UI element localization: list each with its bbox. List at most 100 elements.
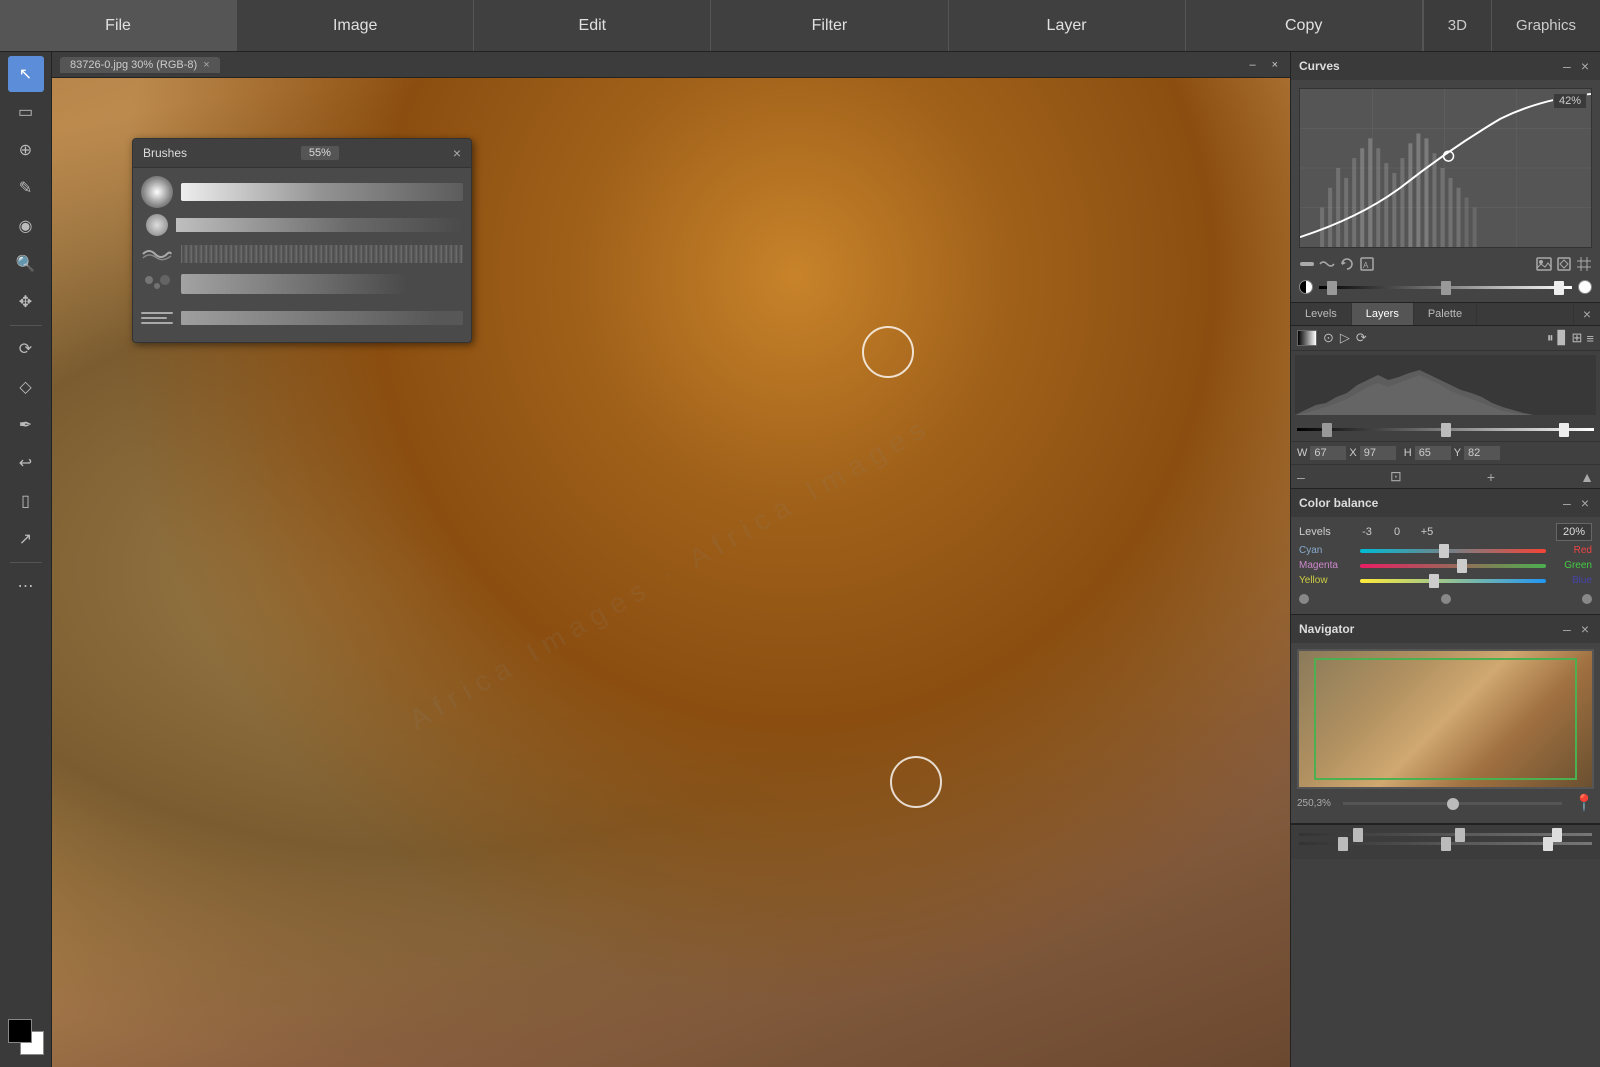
tool-gradient[interactable]: ↗	[8, 521, 44, 557]
menu-image[interactable]: Image	[237, 0, 474, 51]
canvas-viewport[interactable]: Africa Images · Africa Images Brushes 55…	[52, 78, 1290, 1067]
tool-move[interactable]: ✥	[8, 284, 44, 320]
menu-copy[interactable]: Copy	[1186, 0, 1423, 51]
layers-close-btn[interactable]: ×	[1580, 306, 1594, 322]
curves-input-icon[interactable]	[1299, 256, 1315, 272]
layer-bar-btn[interactable]: ▊	[1558, 330, 1568, 346]
curves-adjust-icon[interactable]	[1556, 256, 1572, 272]
x-value[interactable]	[1360, 446, 1396, 460]
curves-image-icon[interactable]	[1536, 256, 1552, 272]
curves-black-point[interactable]	[1299, 280, 1313, 294]
layers-thumb-1[interactable]	[1322, 423, 1332, 437]
tool-heal[interactable]: ↩	[8, 445, 44, 481]
curves-output-icon[interactable]	[1319, 256, 1335, 272]
nav-close-btn[interactable]: ×	[1578, 621, 1592, 637]
layer-btn-1[interactable]: ⊙	[1323, 330, 1334, 346]
menu-graphics[interactable]: Graphics	[1491, 0, 1600, 51]
cb-dot-left[interactable]	[1299, 594, 1309, 604]
layer-menu-btn[interactable]: ≡	[1586, 330, 1594, 346]
brush-item-4[interactable]	[141, 272, 463, 296]
tool-shape[interactable]: ◇	[8, 369, 44, 405]
canvas-tab-close[interactable]: ×	[203, 59, 209, 71]
cyan-red-slider[interactable]	[1360, 549, 1546, 553]
bslider-2-thumb-mid[interactable]	[1441, 837, 1451, 851]
bslider-2[interactable]	[1299, 842, 1592, 845]
layer-alt-btn[interactable]: ⊞	[1572, 330, 1583, 346]
color-boxes[interactable]	[8, 1019, 44, 1055]
curves-close-btn[interactable]: ×	[1578, 58, 1592, 74]
tab-layers[interactable]: Layers	[1352, 303, 1414, 325]
cb-dot-mid[interactable]	[1441, 594, 1451, 604]
curves-auto-icon[interactable]: A	[1359, 256, 1375, 272]
menu-layer[interactable]: Layer	[949, 0, 1186, 51]
tool-pen[interactable]: ✒	[8, 407, 44, 443]
tool-crop[interactable]: ▯	[8, 483, 44, 519]
magenta-green-slider[interactable]	[1360, 564, 1546, 568]
curves-gradient-slider[interactable]	[1319, 286, 1572, 289]
tab-levels[interactable]: Levels	[1291, 303, 1352, 325]
yellow-blue-thumb[interactable]	[1429, 574, 1439, 588]
h-value[interactable]	[1415, 446, 1451, 460]
curves-grid-icon[interactable]	[1576, 256, 1592, 272]
curves-slider-thumb-mid[interactable]	[1441, 281, 1451, 295]
zoom-in-btn[interactable]: +	[1487, 469, 1495, 485]
curves-slider-thumb-left[interactable]	[1327, 281, 1337, 295]
brush-item-2[interactable]	[141, 214, 463, 236]
canvas-close-btn[interactable]: ×	[1272, 59, 1278, 71]
tab-palette[interactable]: Palette	[1414, 303, 1477, 325]
curves-minimize-btn[interactable]: –	[1560, 58, 1574, 74]
bslider-1[interactable]	[1299, 833, 1592, 836]
layers-thumb-3[interactable]	[1559, 423, 1569, 437]
tool-select[interactable]: ↖	[8, 56, 44, 92]
w-value[interactable]	[1310, 446, 1346, 460]
zoom-out-btn[interactable]: –	[1297, 469, 1305, 485]
bslider-1-thumb-right[interactable]	[1552, 828, 1562, 842]
tool-brush[interactable]: ✎	[8, 170, 44, 206]
tool-rect-select[interactable]: ▭	[8, 94, 44, 130]
cyan-red-thumb[interactable]	[1439, 544, 1449, 558]
menu-3d[interactable]: 3D	[1423, 0, 1491, 51]
curves-reset-icon[interactable]	[1339, 256, 1355, 272]
layer-pause-btn[interactable]: ⏸	[1547, 330, 1554, 346]
canvas-minimize-btn[interactable]: –	[1249, 59, 1255, 71]
nav-minimize-btn[interactable]: –	[1560, 621, 1574, 637]
zoom-triangle-btn[interactable]: ▲	[1580, 469, 1594, 485]
cb-close-btn[interactable]: ×	[1578, 495, 1592, 511]
nav-thumbnail[interactable]	[1297, 649, 1594, 789]
bslider-1-thumb-mid[interactable]	[1455, 828, 1465, 842]
curves-graph[interactable]: 42%	[1299, 88, 1592, 248]
canvas-tab[interactable]: 83726-0.jpg 30% (RGB-8) ×	[60, 57, 220, 73]
menu-filter[interactable]: Filter	[711, 0, 948, 51]
brushes-close-btn[interactable]: ×	[453, 145, 461, 161]
brush-item-1[interactable]	[141, 176, 463, 208]
brush-item-5[interactable]	[141, 302, 463, 334]
bslider-2-thumb-right[interactable]	[1543, 837, 1553, 851]
tool-more[interactable]: ⋯	[8, 568, 44, 604]
yellow-blue-slider[interactable]	[1360, 579, 1546, 583]
brush-item-3[interactable]	[141, 242, 463, 266]
nav-zoom-slider[interactable]	[1343, 802, 1562, 805]
nav-map-icon[interactable]: 📍	[1574, 793, 1594, 813]
tool-eyedrop[interactable]: ◉	[8, 208, 44, 244]
cb-minimize-btn[interactable]: –	[1560, 495, 1574, 511]
layers-slider-row	[1297, 423, 1594, 437]
foreground-color-box[interactable]	[8, 1019, 32, 1043]
menu-file[interactable]: File	[0, 0, 237, 51]
curves-white-point[interactable]	[1578, 280, 1592, 294]
menu-edit[interactable]: Edit	[474, 0, 711, 51]
histogram-svg	[1295, 355, 1596, 415]
y-value[interactable]	[1464, 446, 1500, 460]
nav-zoom-thumb[interactable]	[1447, 798, 1459, 810]
magenta-green-thumb[interactable]	[1457, 559, 1467, 573]
tool-rotate[interactable]: ⟳	[8, 331, 44, 367]
layers-thumb-2[interactable]	[1441, 423, 1451, 437]
zoom-fit-btn[interactable]: ⊡	[1390, 468, 1402, 485]
bslider-1-thumb-left[interactable]	[1353, 828, 1363, 842]
tool-lasso[interactable]: ⊕	[8, 132, 44, 168]
curves-slider-thumb-right[interactable]	[1554, 281, 1564, 295]
layer-btn-2[interactable]: ▷	[1340, 330, 1350, 346]
layer-btn-3[interactable]: ⟳	[1356, 330, 1367, 346]
cb-dot-right[interactable]	[1582, 594, 1592, 604]
bslider-2-thumb-left[interactable]	[1338, 837, 1348, 851]
tool-zoom[interactable]: 🔍	[8, 246, 44, 282]
